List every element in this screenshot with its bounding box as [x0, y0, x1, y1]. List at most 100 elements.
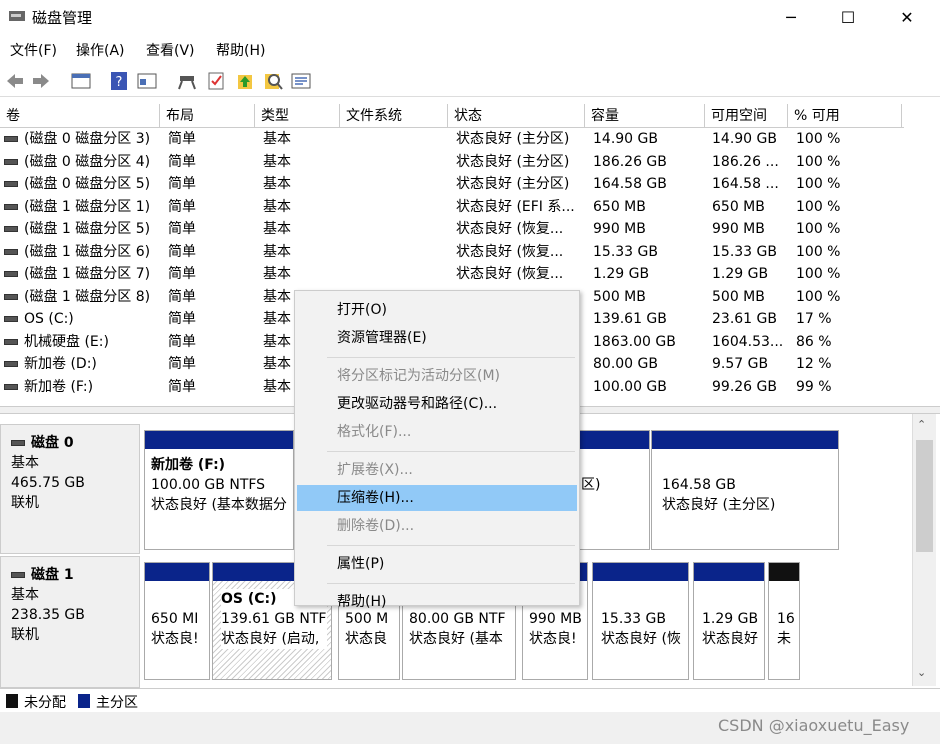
context-menu-item[interactable]: 将分区标记为活动分区(M): [297, 363, 577, 389]
console-icon[interactable]: [70, 70, 92, 92]
up-icon[interactable]: [234, 70, 256, 92]
column-volume[interactable]: 卷: [0, 104, 160, 128]
context-menu-item[interactable]: 资源管理器(E): [297, 325, 577, 351]
volume-cell: 17 %: [796, 311, 832, 327]
search-icon[interactable]: [262, 70, 284, 92]
volume-cell: 状态良好 (主分区): [456, 153, 570, 170]
watermark: CSDN @xiaoxuetu_Easy: [718, 716, 910, 735]
volume-cell: 简单: [168, 333, 196, 350]
volume-cell: 86 %: [796, 333, 832, 350]
column-filesystem[interactable]: 文件系统: [340, 104, 448, 128]
column-type[interactable]: 类型: [255, 104, 340, 128]
volume-name: 新加卷 (F:): [24, 378, 94, 395]
primary-partition-bar: [694, 563, 764, 581]
partition-disk1-1[interactable]: 650 MI 状态良!: [144, 562, 210, 680]
volume-name-cell: (磁盘 0 磁盘分区 5): [4, 173, 158, 195]
volume-row[interactable]: (磁盘 0 磁盘分区 5) 简单 基本 状态良好 (主分区) 164.58 GB 164.…: [0, 173, 904, 196]
context-menu-item[interactable]: 属性(P): [297, 551, 577, 577]
connect-icon[interactable]: [176, 70, 198, 92]
context-menu: 打开(O) 资源管理器(E) 将分区标记为活动分区(M) 更改驱动器号和路径(C)..…: [294, 290, 580, 610]
menu-action[interactable]: 操作(A): [76, 40, 125, 60]
context-menu-item[interactable]: 更改驱动器号和路径(C)...: [297, 391, 577, 417]
volume-cell: 14.90 GB: [593, 131, 658, 147]
volume-cell: 14.90 GB: [712, 131, 777, 147]
column-free-space[interactable]: 可用空间: [705, 104, 788, 128]
disk-type: 基本: [11, 455, 39, 471]
drive-icon: [4, 361, 18, 367]
volume-row[interactable]: (磁盘 1 磁盘分区 5) 简单 基本 状态良好 (恢复... 990 MB 990 MB…: [0, 218, 904, 241]
volume-cell: 100 %: [796, 221, 841, 237]
volume-cell: 状态良好 (恢复...: [456, 266, 564, 282]
close-button[interactable]: ✕: [884, 0, 930, 34]
minimize-button[interactable]: ─: [768, 0, 814, 34]
maximize-button[interactable]: ☐: [825, 0, 871, 34]
forward-icon[interactable]: [30, 70, 52, 92]
partition-size: 16: [777, 611, 795, 627]
disk-1-label[interactable]: 磁盘 1 基本 238.35 GB 联机: [0, 556, 140, 688]
volume-cell: [348, 128, 452, 150]
partition-size: 100.00 GB NTFS: [151, 477, 266, 493]
column-percent-free[interactable]: % 可用: [788, 104, 902, 128]
partition-unallocated[interactable]: 16 未: [768, 562, 800, 680]
volume-cell: 9.57 GB: [712, 356, 769, 372]
partition-disk0-4[interactable]: 区): [578, 430, 650, 550]
graph-scrollbar[interactable]: ⌃ ⌄: [912, 414, 936, 686]
partition-disk0-5[interactable]: 164.58 GB 状态良好 (主分区): [651, 430, 839, 550]
volume-row[interactable]: (磁盘 1 磁盘分区 6) 简单 基本 状态良好 (恢复... 15.33 GB 15.3…: [0, 241, 904, 264]
volume-cell: 100 %: [796, 198, 841, 215]
volume-cell: [348, 263, 452, 285]
partition-status: 状态良好: [702, 631, 758, 647]
volume-cell: 164.58 ...: [712, 176, 779, 192]
column-capacity[interactable]: 容量: [585, 104, 705, 128]
disk-0-label[interactable]: 磁盘 0 基本 465.75 GB 联机: [0, 424, 140, 554]
volume-cell: 状态良好 (恢复...: [456, 221, 564, 237]
disk-management-icon: [9, 11, 25, 21]
volume-cell: 简单: [168, 378, 196, 395]
title-bar: 磁盘管理 ─ ☐ ✕: [0, 0, 940, 34]
volume-list-header: 卷 布局 类型 文件系统 状态 容量 可用空间 % 可用: [0, 104, 904, 128]
partition-disk1-6[interactable]: 15.33 GB 状态良好 (恢: [592, 562, 689, 680]
context-menu-item[interactable]: 删除卷(D)...: [297, 513, 577, 539]
menu-help[interactable]: 帮助(H): [216, 40, 265, 60]
context-menu-item[interactable]: 格式化(F)...: [297, 419, 577, 445]
partition-f[interactable]: 新加卷 (F:) 100.00 GB NTFS 状态良好 (基本数据分: [144, 430, 294, 550]
menu-view[interactable]: 查看(V): [146, 40, 195, 60]
volume-cell: 186.26 ...: [712, 153, 779, 170]
volume-cell: [348, 196, 452, 218]
partition-status: 区): [581, 477, 601, 493]
volume-name-cell: 新加卷 (F:): [4, 376, 158, 398]
menu-file[interactable]: 文件(F): [10, 40, 57, 60]
partition-status: 状态良!: [529, 631, 577, 647]
list-icon[interactable]: [290, 70, 312, 92]
volume-name: (磁盘 0 磁盘分区 3): [24, 131, 151, 147]
partition-status: 状态良: [345, 631, 387, 647]
volume-cell: 状态良好 (主分区): [456, 131, 570, 147]
unallocated-swatch: [6, 694, 18, 708]
scroll-down-icon[interactable]: ⌄: [917, 666, 926, 679]
properties-icon[interactable]: [136, 70, 158, 92]
volume-row[interactable]: (磁盘 1 磁盘分区 1) 简单 基本 状态良好 (EFI 系... 650 MB 650…: [0, 196, 904, 219]
help-icon[interactable]: ?: [108, 70, 130, 92]
scrollbar-thumb[interactable]: [916, 440, 933, 552]
legend: 未分配 主分区: [0, 688, 940, 712]
volume-cell: 650 MB: [712, 198, 765, 215]
volume-row[interactable]: (磁盘 0 磁盘分区 4) 简单 基本 状态良好 (主分区) 186.26 GB 186.…: [0, 151, 904, 174]
context-menu-item[interactable]: 帮助(H): [297, 589, 577, 615]
column-status[interactable]: 状态: [448, 104, 585, 128]
volume-row[interactable]: (磁盘 1 磁盘分区 7) 简单 基本 状态良好 (恢复... 1.29 GB 1.29 …: [0, 263, 904, 286]
volume-cell: 139.61 GB: [593, 311, 667, 327]
partition-disk1-7[interactable]: 1.29 GB 状态良好: [693, 562, 765, 680]
volume-cell: 100 %: [796, 243, 841, 260]
drive-icon: [4, 293, 18, 300]
volume-name-cell: 新加卷 (D:): [4, 353, 158, 375]
context-menu-item[interactable]: 打开(O): [297, 297, 577, 323]
volume-name: OS (C:): [24, 311, 74, 327]
back-icon[interactable]: [4, 70, 26, 92]
volume-row[interactable]: (磁盘 0 磁盘分区 3) 简单 基本 状态良好 (主分区) 14.90 GB 14.90…: [0, 128, 904, 151]
check-icon[interactable]: [205, 70, 227, 92]
context-menu-item[interactable]: 压缩卷(H)...: [297, 485, 577, 511]
volume-cell: 100.00 GB: [593, 378, 667, 395]
column-layout[interactable]: 布局: [160, 104, 255, 128]
scroll-up-icon[interactable]: ⌃: [917, 418, 926, 431]
context-menu-item[interactable]: 扩展卷(X)...: [297, 457, 577, 483]
